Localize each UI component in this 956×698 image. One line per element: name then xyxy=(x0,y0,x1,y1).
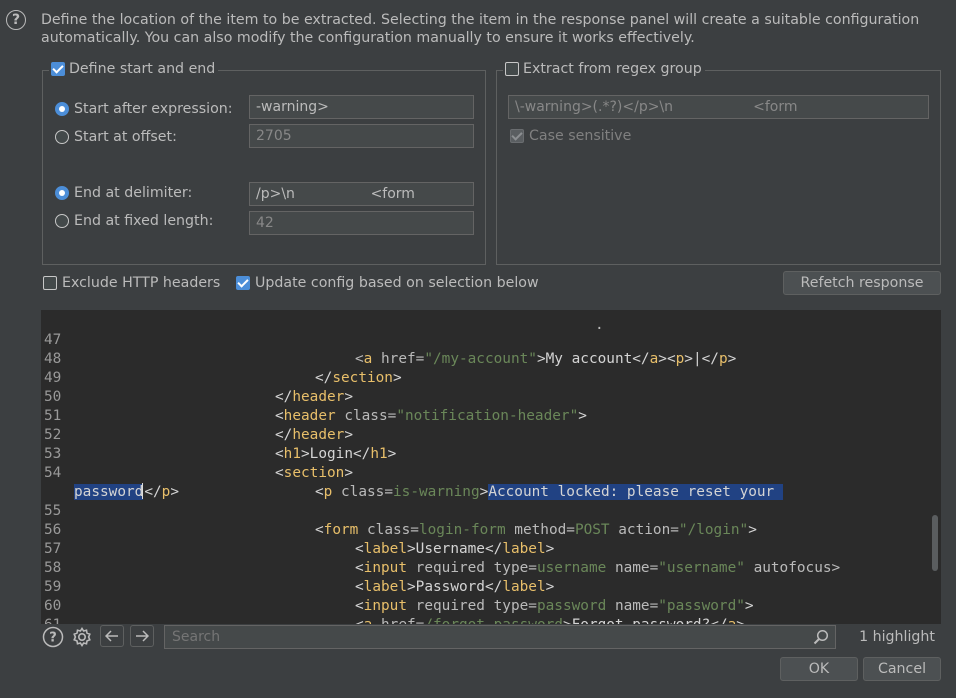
code-line: 59 <input required type=password name="p… xyxy=(44,579,754,614)
end-delimiter-option[interactable]: End at delimiter: xyxy=(55,183,192,203)
start-offset-radio[interactable] xyxy=(55,130,69,144)
search-input[interactable] xyxy=(164,625,836,649)
case-sensitive-label: Case sensitive xyxy=(529,128,632,144)
regex-title: Extract from regex group xyxy=(523,61,702,77)
start-end-checkbox[interactable] xyxy=(51,62,65,76)
code-line: 58 <label>Password</label> xyxy=(44,560,555,595)
exclude-headers-option[interactable]: Exclude HTTP headers xyxy=(43,273,220,293)
next-arrow-icon[interactable] xyxy=(130,625,154,647)
refetch-button[interactable]: Refetch response xyxy=(783,271,941,295)
gear-icon[interactable] xyxy=(70,626,94,648)
end-delimiter-input[interactable]: /p>\n <form xyxy=(249,182,474,206)
end-delimiter-label: End at delimiter: xyxy=(74,185,193,201)
code-line: 61 <br/> xyxy=(41,597,941,650)
regex-input[interactable]: \-warning>(.*?)</p>\n <form xyxy=(508,95,929,119)
help-circle-icon[interactable]: ? xyxy=(42,626,64,648)
exclude-headers-label: Exclude HTTP headers xyxy=(62,275,221,291)
end-delimiter-radio[interactable] xyxy=(55,186,69,200)
response-editor[interactable]: . 47 <a href="/my-account">My account</a… xyxy=(41,310,941,650)
start-end-title: Define start and end xyxy=(69,61,216,77)
svg-text:?: ? xyxy=(49,631,57,646)
start-after-radio[interactable] xyxy=(55,102,69,116)
code-line-wrapped: password</p> xyxy=(74,483,179,500)
intro-text: Define the location of the item to be ex… xyxy=(41,12,920,46)
code-line: 47 <a href="/my-account">My account</a><… xyxy=(44,332,737,367)
editor-scrollbar-thumb[interactable] xyxy=(932,515,938,571)
end-fixed-option[interactable]: End at fixed length: xyxy=(55,211,213,231)
code-line: 60 <a href=/forgot-password>Forgot passw… xyxy=(44,598,745,633)
code-line: 49 </header> xyxy=(44,370,353,405)
start-after-option[interactable]: Start after expression: xyxy=(55,99,233,119)
code-line: 48 </section> xyxy=(44,351,402,386)
code-line: 50 <header class="notification-header"> xyxy=(44,389,587,424)
start-offset-label: Start at offset: xyxy=(74,129,177,145)
start-end-toggle[interactable]: Define start and end xyxy=(49,61,219,77)
start-offset-option[interactable]: Start at offset: xyxy=(55,127,177,147)
search-icon[interactable] xyxy=(812,628,830,646)
code-line: 55 <form class=login-form method=POST ac… xyxy=(44,503,757,538)
code-line: 51 </header> xyxy=(44,408,353,443)
start-offset-input[interactable]: 2705 xyxy=(249,124,474,148)
end-fixed-input[interactable]: 42 xyxy=(249,211,474,235)
previous-arrow-icon[interactable] xyxy=(100,625,124,647)
start-after-input[interactable]: -warning> xyxy=(249,95,474,119)
regex-toggle[interactable]: Extract from regex group xyxy=(503,61,705,77)
exclude-headers-checkbox[interactable] xyxy=(43,276,57,290)
cancel-button[interactable]: Cancel xyxy=(863,657,941,681)
code-line: 57 <input required type=username name="u… xyxy=(44,541,841,576)
end-fixed-radio[interactable] xyxy=(55,214,69,228)
update-config-label: Update config based on selection below xyxy=(255,275,539,291)
end-fixed-label: End at fixed length: xyxy=(74,213,214,229)
code-line: 52 <h1>Login</h1> xyxy=(44,427,397,462)
code-line: 54 <p class=is-warning>Account locked: p… xyxy=(44,465,783,500)
code-line: 56 <label>Username</label> xyxy=(44,522,555,557)
update-config-option[interactable]: Update config based on selection below xyxy=(236,273,539,293)
ok-button[interactable]: OK xyxy=(780,657,858,681)
update-config-checkbox[interactable] xyxy=(236,276,250,290)
case-sensitive-checkbox[interactable] xyxy=(510,129,524,143)
case-sensitive-option[interactable]: Case sensitive xyxy=(510,126,631,146)
help-icon[interactable]: ? xyxy=(6,10,26,30)
regex-checkbox[interactable] xyxy=(505,62,519,76)
highlight-count: 1 highlight xyxy=(859,629,935,645)
start-after-label: Start after expression: xyxy=(74,101,233,117)
code-line: 53 <section> xyxy=(44,446,353,481)
